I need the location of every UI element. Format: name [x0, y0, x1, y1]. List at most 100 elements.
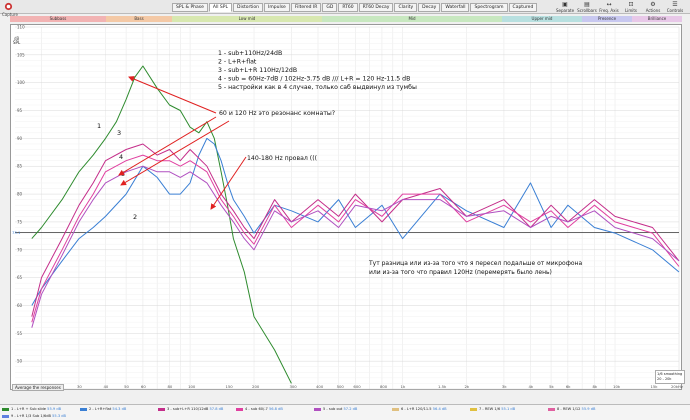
annotation-list-item: 4 - sub = 60Hz-7dB / 102Hz-3.75 dB /// L…	[218, 76, 410, 83]
tab-all-spl[interactable]: All SPL	[208, 3, 232, 12]
tab-spectrogram[interactable]: Spectrogram	[470, 3, 508, 12]
capture-icon[interactable]	[4, 2, 13, 11]
tab-spl-phase[interactable]: SPL & Phase	[172, 3, 208, 12]
tab-rt60[interactable]: RT60	[338, 3, 358, 12]
legend-row: 9 - L+R 1/3 Sub 1/6dB 55.3 dB	[2, 414, 80, 418]
legend-item[interactable]: 9 - L+R 1/3 Sub 1/6dB 55.3 dB	[2, 414, 80, 418]
legend-label: 5 - sub out	[323, 407, 344, 411]
y-tick-label: 50	[17, 359, 23, 364]
x-tick-label: 150	[225, 384, 233, 389]
tool-label: Freq. Axis	[599, 8, 619, 13]
annotation-list-item: 1 - sub+110Hz/24dB	[218, 50, 282, 57]
legend-label: 7 - REW 1/6	[479, 407, 502, 411]
tab-waterfall[interactable]: Waterfall	[441, 3, 470, 12]
y-tick-label: 70	[17, 247, 23, 252]
spl-chart[interactable]: 1101051009590858075706560555045152030405…	[11, 25, 683, 391]
y-tick-label: 95	[17, 108, 23, 113]
legend-value: 55.9 dB	[581, 407, 596, 411]
legend-label: 6 - L+R 120/11.5	[401, 407, 433, 411]
legend-item[interactable]: 5 - sub out 57.2 dB	[314, 407, 392, 411]
band-presence: Presence	[582, 16, 632, 22]
x-tick-label: 80	[167, 384, 172, 389]
legend-value: 55.9 dB	[47, 407, 62, 411]
right-tools: ▣ Separate ▤ Scrollbars ↔ Freq. Axis ⊡ Limits ⚙ A…	[554, 1, 686, 13]
x-tick-label: 100	[188, 384, 196, 389]
curve-label-1: 1	[97, 122, 101, 130]
graph-tabs: SPL & Phase All SPL Distortion Impulse Filte…	[172, 3, 538, 12]
tab-filtered-ir[interactable]: Filtered IR	[290, 3, 322, 12]
annotation-dip: 140-180 Hz провал (((	[247, 155, 317, 162]
legend-item[interactable]: 2 - L+R+flat 54.3 dB	[80, 407, 158, 411]
x-tick-label: 400	[316, 384, 324, 389]
scroll-bars-button[interactable]: ▤ Scrollbars	[576, 1, 598, 13]
freq-axis-button[interactable]: ↔ Freq. Axis	[598, 1, 620, 13]
band-upper-mid: Upper mid	[502, 16, 582, 22]
legend-swatch	[392, 407, 399, 411]
legend-row: 1 - L+R + Sub slide 55.9 dB 2 - L+R+flat …	[2, 407, 626, 411]
legend-value: 55.3 dB	[52, 414, 67, 418]
reference-level-label: 73.1	[12, 230, 21, 235]
x-tick-label: 10k	[613, 384, 621, 389]
measurement-legend: 1 - L+R + Sub slide 55.9 dB 2 - L+R+flat …	[0, 404, 690, 420]
zoom-line-1: 20 - 20k	[657, 377, 672, 381]
controls-button[interactable]: ☰ Controls	[664, 1, 686, 13]
legend-label: 3 - sub+L+R 110/12dB	[167, 407, 210, 411]
legend-value: 54.3 dB	[112, 407, 127, 411]
main-toolbar: SPL & Phase All SPL Distortion Impulse Filte…	[0, 0, 690, 14]
actions-button[interactable]: ⚙ Actions	[642, 1, 664, 13]
tool-label: Separate	[555, 8, 575, 13]
scroll-bars-icon: ▤	[584, 1, 590, 8]
legend-swatch	[314, 407, 321, 411]
y-tick-label: 55	[17, 331, 23, 336]
x-tick-label: 600	[353, 384, 361, 389]
x-tick-label: 40	[104, 384, 109, 389]
plot-area[interactable]: 1101051009590858075706560555045152030405…	[10, 24, 683, 391]
tab-impulse[interactable]: Impulse	[264, 3, 290, 12]
zoom-box[interactable]: 1/6 smoothing 20 - 20k	[655, 370, 685, 384]
legend-value: 57.8 dB	[209, 407, 224, 411]
annotation-difference-2: или из-за того что правил 120Hz (перемер…	[369, 269, 552, 276]
average-responses-button[interactable]: Average the responses	[12, 384, 64, 391]
tab-gd[interactable]: GD	[322, 3, 338, 12]
legend-item[interactable]: 8 - REW 1/12 55.9 dB	[548, 407, 626, 411]
legend-item[interactable]: 7 - REW 1/6 55.1 dB	[470, 407, 548, 411]
limits-button[interactable]: ⊡ Limits	[620, 1, 642, 13]
y-tick-label: 80	[17, 192, 23, 197]
curve-label-3: 3	[117, 129, 121, 137]
band-low-mid: Low mid	[172, 16, 322, 22]
legend-item[interactable]: 1 - L+R + Sub slide 55.9 dB	[2, 407, 80, 411]
curve-label-4: 4	[119, 153, 123, 161]
tab-clarity[interactable]: Clarity	[394, 3, 418, 12]
actions-icon: ⚙	[650, 1, 656, 8]
annotation-resonance: 60 и 120 Hz это резонанс комнаты?	[219, 110, 335, 117]
legend-swatch	[470, 407, 477, 411]
tab-distortion[interactable]: Distortion	[232, 3, 264, 12]
x-tick-label: 1k	[401, 384, 406, 389]
legend-swatch	[236, 407, 243, 411]
x-tick-label: 200	[252, 384, 260, 389]
x-tick-label: 4k	[528, 384, 533, 389]
tab-rt60-decay[interactable]: RT60 Decay	[358, 3, 394, 12]
x-tick-label: 1.5k	[438, 384, 447, 389]
annotation-list-item: 5 - настройки как в 4 случае, только саб…	[218, 83, 417, 91]
x-tick-label: 6k	[566, 384, 571, 389]
tool-label: Limits	[625, 8, 637, 13]
legend-item[interactable]: 3 - sub+L+R 110/12dB 57.8 dB	[158, 407, 236, 411]
tab-captured[interactable]: Captured	[508, 3, 538, 12]
band-subbass: Subbass	[10, 16, 106, 22]
x-tick-label: 5k	[549, 384, 554, 389]
y-tick-label: 65	[17, 275, 23, 280]
freq-axis-icon: ↔	[606, 1, 612, 8]
tab-decay[interactable]: Decay	[418, 3, 441, 12]
legend-swatch	[2, 414, 9, 418]
separate-button[interactable]: ▣ Separate	[554, 1, 576, 13]
legend-swatch	[2, 407, 9, 411]
x-tick-label: 50	[124, 384, 129, 389]
legend-label: 4 - sub 60/-7	[245, 407, 269, 411]
legend-item[interactable]: 4 - sub 60/-7 56.8 dB	[236, 407, 314, 411]
annotation-list-item: 3 - sub+L+R 110Hz/12dB	[218, 67, 297, 74]
tool-label: Controls	[666, 8, 684, 13]
legend-item[interactable]: 6 - L+R 120/11.5 56.4 dB	[392, 407, 470, 411]
x-tick-label: 8k	[592, 384, 597, 389]
x-tick-label: 15k	[650, 384, 658, 389]
